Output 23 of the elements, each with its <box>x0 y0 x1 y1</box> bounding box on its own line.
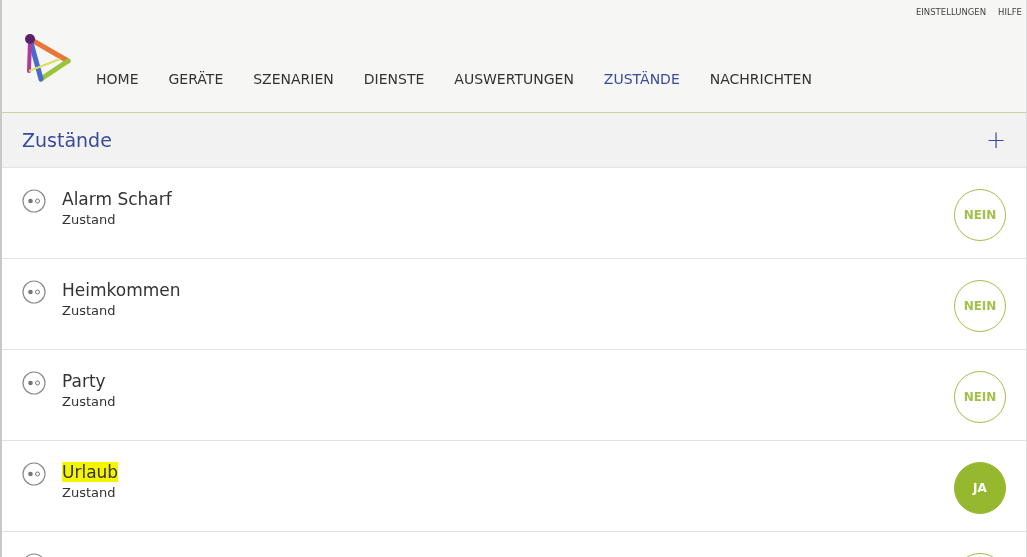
top-link[interactable]: EINSTELLUNGEN <box>915 7 987 17</box>
state-type: Zustand <box>62 485 116 500</box>
state-name: Alarm Scharf <box>62 189 172 209</box>
top-link[interactable]: HILFE <box>998 7 1022 17</box>
state-type: Zustand <box>62 303 116 318</box>
nav-tab[interactable]: DIENSTE <box>363 71 425 91</box>
add-button[interactable]: + <box>985 126 1006 154</box>
state-name: Party <box>62 371 106 391</box>
state-type: Zustand <box>62 394 116 409</box>
toggle-dots-icon <box>22 189 46 213</box>
nav-tab[interactable]: NACHRICHTEN <box>709 71 812 91</box>
state-name: Urlaub <box>62 462 119 482</box>
nav-tab[interactable]: HOME <box>96 71 139 91</box>
toggle-dots-icon <box>22 371 46 395</box>
nav-tab[interactable]: GERÄTE <box>168 71 224 91</box>
nav-tab[interactable]: SZENARIEN <box>253 71 334 91</box>
page-title: Zustände <box>22 129 112 151</box>
nav-tab[interactable]: AUSWERTUNGEN <box>454 71 574 91</box>
nav-tab[interactable]: ZUSTÄNDE <box>603 71 680 91</box>
toggle-dots-icon <box>22 462 46 486</box>
state-type: Zustand <box>62 212 116 227</box>
toggle-dots-icon <box>22 280 46 304</box>
state-name: Heimkommen <box>62 280 181 300</box>
